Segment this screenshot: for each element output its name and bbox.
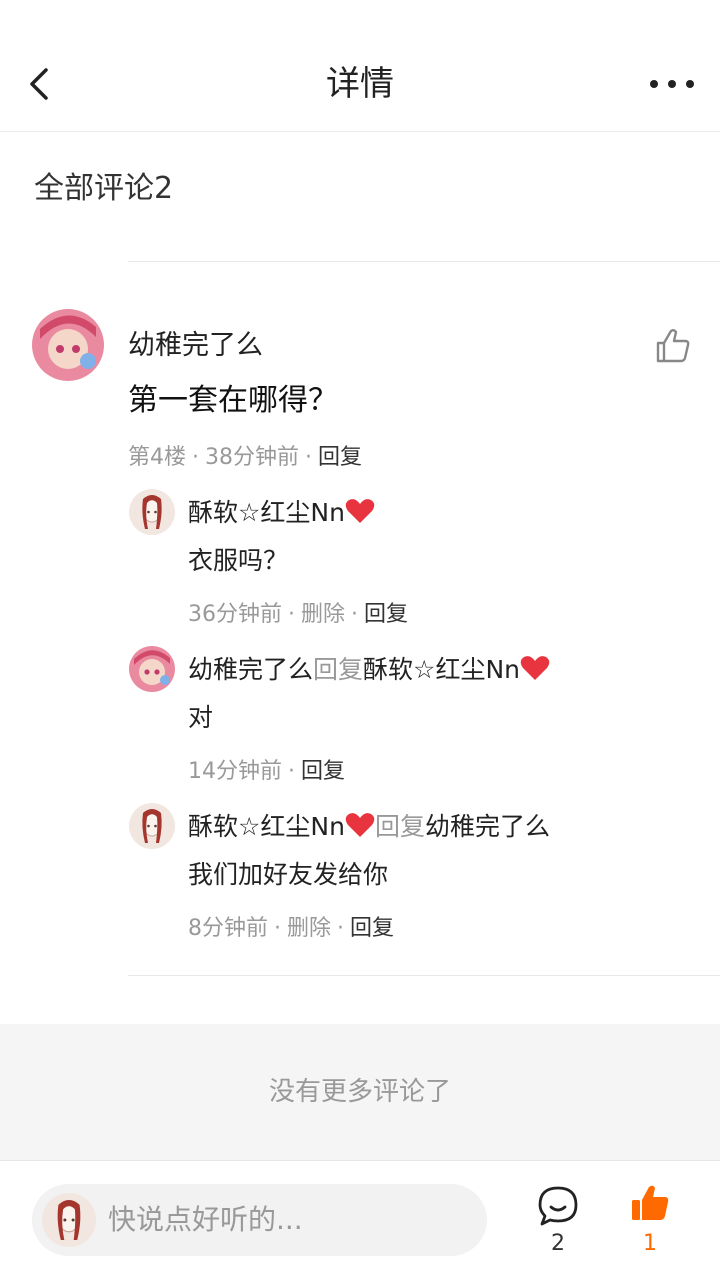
- comment-icon[interactable]: [536, 1184, 580, 1228]
- thumb-up-filled-icon[interactable]: [628, 1182, 672, 1226]
- reply-username[interactable]: 酥软☆红尘Nn: [188, 498, 345, 527]
- reply-header: 酥软☆红尘Nn 回复幼稚完了么: [188, 808, 550, 846]
- reply-button[interactable]: 回复: [318, 445, 362, 470]
- comment-time: 38分钟前: [205, 445, 299, 470]
- comment-text: 第一套在哪得？: [128, 383, 338, 418]
- more-icon[interactable]: [646, 72, 698, 96]
- avatar: [42, 1193, 96, 1247]
- heart-icon: [345, 813, 375, 837]
- reply-target-username[interactable]: 幼稚完了么: [425, 812, 550, 841]
- avatar[interactable]: [32, 309, 104, 381]
- reply-text: 对: [188, 703, 214, 732]
- reply-username[interactable]: 幼稚完了么: [188, 655, 313, 684]
- reply-to-label: 回复: [374, 812, 425, 841]
- reply-to-label: 回复: [313, 655, 364, 684]
- reply-time: 36分钟前: [188, 602, 282, 627]
- reply-meta: 36分钟前 · 删除 · 回复: [188, 602, 409, 627]
- reply-target-username[interactable]: 酥软☆红尘Nn: [363, 655, 520, 684]
- reply-meta: 8分钟前 · 删除 · 回复: [188, 916, 395, 941]
- reply-button[interactable]: 回复: [301, 759, 345, 784]
- like-count: 1: [643, 1231, 657, 1256]
- heart-icon: [345, 499, 375, 523]
- divider: [128, 975, 720, 976]
- delete-button[interactable]: 删除: [301, 602, 345, 627]
- reply-button[interactable]: 回复: [364, 602, 408, 627]
- avatar[interactable]: [129, 803, 175, 849]
- heart-icon: [520, 656, 550, 680]
- comment-count: 2: [551, 1231, 565, 1256]
- floor-number: 第4楼: [128, 445, 186, 470]
- reply-username[interactable]: 酥软☆红尘Nn: [188, 812, 345, 841]
- reply-header: 幼稚完了么回复酥软☆红尘Nn: [188, 651, 550, 689]
- avatar[interactable]: [129, 489, 175, 535]
- reply-time: 8分钟前: [188, 916, 268, 941]
- nav-bar: 详情: [0, 0, 720, 132]
- comment-meta: 第4楼 · 38分钟前 · 回复: [128, 445, 363, 470]
- page-title: 详情: [326, 64, 394, 104]
- reply-text: 衣服吗？: [188, 546, 289, 575]
- all-comments-title: 全部评论2: [34, 171, 174, 206]
- no-more-comments-text: 没有更多评论了: [268, 1077, 451, 1107]
- reply-header: 酥软☆红尘Nn: [188, 494, 375, 532]
- avatar[interactable]: [129, 646, 175, 692]
- input-placeholder[interactable]: 快说点好听的...: [108, 1200, 303, 1240]
- reply-button[interactable]: 回复: [350, 916, 394, 941]
- reply-text: 我们加好友发给你: [188, 860, 389, 889]
- reply-meta: 14分钟前 · 回复: [188, 759, 346, 784]
- delete-button[interactable]: 删除: [287, 916, 331, 941]
- comment-username[interactable]: 幼稚完了么: [128, 326, 263, 366]
- divider: [128, 261, 720, 262]
- reply-time: 14分钟前: [188, 759, 282, 784]
- thumb-up-icon[interactable]: [652, 326, 692, 366]
